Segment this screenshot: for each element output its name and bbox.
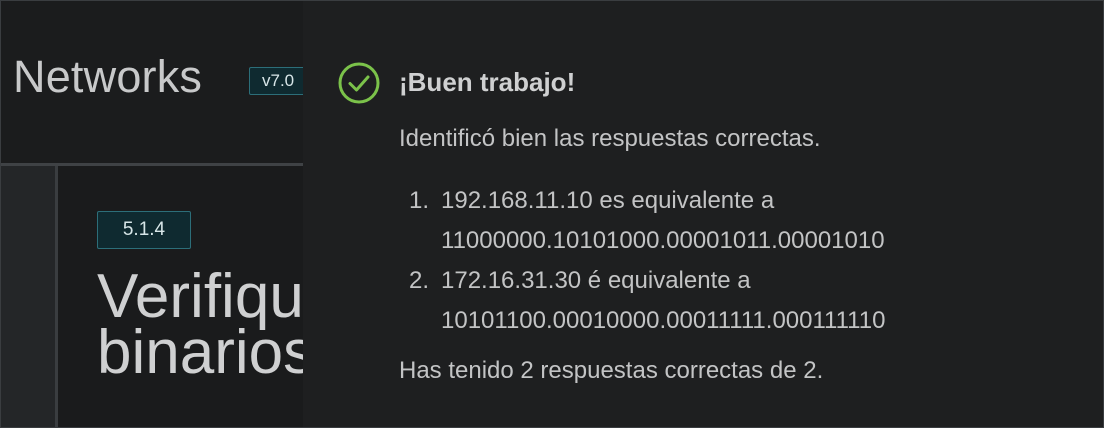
answer-number: 1. xyxy=(409,187,430,214)
answer-item: 2. 172.16.31.30 é equivalente a 10101100… xyxy=(399,261,885,341)
feedback-score: Has tenido 2 respuestas correctas de 2. xyxy=(399,357,824,384)
app-title: Networks xyxy=(13,51,203,102)
window-frame: Networks v7.0 5.1.4 Verifique binarios ¡… xyxy=(0,0,1104,428)
answer-binary: 11000000.10101000.00001011.00001010 xyxy=(441,227,885,254)
section-badge: 5.1.4 xyxy=(97,211,191,249)
feedback-message: Identificó bien las respuestas correctas… xyxy=(399,125,821,152)
check-circle-icon xyxy=(338,62,380,104)
answer-number: 2. xyxy=(409,267,430,294)
left-rail xyxy=(1,166,57,427)
answer-list: 1. 192.168.11.10 es equivalente a 110000… xyxy=(399,181,885,341)
answer-item: 1. 192.168.11.10 es equivalente a 110000… xyxy=(399,181,885,261)
background-page: Networks v7.0 5.1.4 Verifique binarios xyxy=(1,1,303,427)
feedback-title: ¡Buen trabajo! xyxy=(399,67,576,97)
feedback-panel: ¡Buen trabajo! Identificó bien las respu… xyxy=(303,1,1103,427)
version-badge: v7.0 xyxy=(249,67,303,95)
answer-statement: 172.16.31.30 é equivalente a xyxy=(441,267,751,294)
answer-binary: 10101100.00010000.00011111.000111110 xyxy=(441,307,886,334)
answer-statement: 192.168.11.10 es equivalente a xyxy=(441,187,775,214)
page-heading: Verifique binarios xyxy=(97,262,303,387)
